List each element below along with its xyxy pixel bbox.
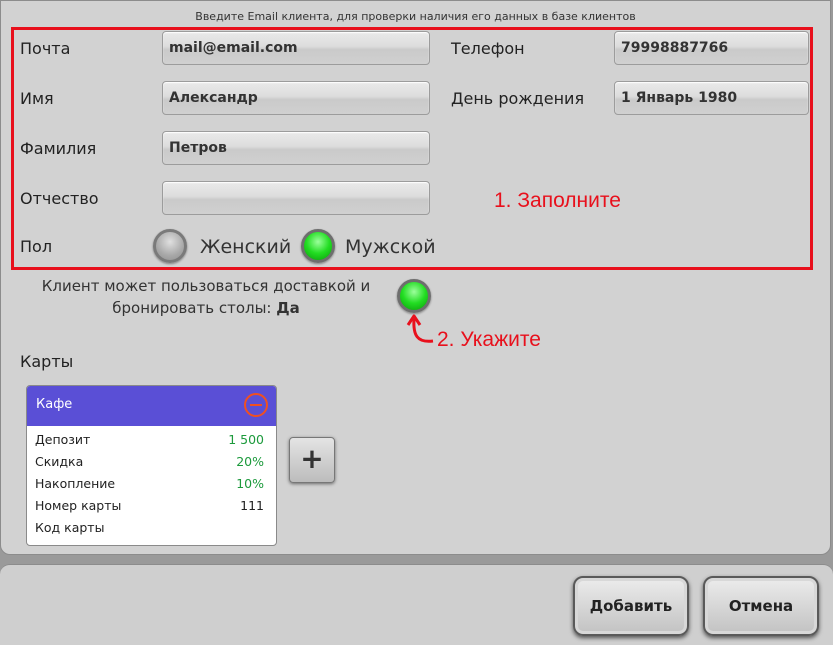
access-description: Клиент может пользоваться доставкой и бр… xyxy=(41,275,371,319)
card-row-deposit: Депозит 1 500 xyxy=(35,432,264,450)
curved-arrow-icon xyxy=(406,314,434,343)
card-row-number: Номер карты 111 xyxy=(35,498,264,516)
add-button[interactable]: Добавить xyxy=(573,576,689,636)
card-row-label: Накопление xyxy=(35,476,116,491)
fill-highlight-box xyxy=(11,27,813,270)
client-form-panel: Введите Email клиента, для проверки нали… xyxy=(0,0,831,555)
card-row-label: Номер карты xyxy=(35,498,122,513)
card-row-label: Скидка xyxy=(35,454,84,469)
annotation-specify: 2. Укажите xyxy=(437,328,541,351)
card-row-label: Код карты xyxy=(35,520,105,535)
card-row-label: Депозит xyxy=(35,432,91,447)
card-name: Кафе xyxy=(36,397,73,412)
remove-card-icon[interactable] xyxy=(244,393,268,417)
access-value: Да xyxy=(276,299,300,317)
add-card-button[interactable]: + xyxy=(289,437,335,483)
card-row-value: 111 xyxy=(240,498,264,513)
access-toggle[interactable] xyxy=(397,279,431,313)
email-hint: Введите Email клиента, для проверки нали… xyxy=(195,10,636,23)
card-row-discount: Скидка 20% xyxy=(35,454,264,472)
card-row-value: 1 500 xyxy=(228,432,264,447)
cancel-button[interactable]: Отмена xyxy=(703,576,819,636)
card-row-accumulation: Накопление 10% xyxy=(35,476,264,494)
annotation-fill: 1. Заполните xyxy=(494,189,621,212)
card-row-code: Код карты xyxy=(35,520,264,538)
card-row-value: 20% xyxy=(236,454,264,469)
card-row-value: 10% xyxy=(236,476,264,491)
access-text: Клиент может пользоваться доставкой и бр… xyxy=(41,277,371,317)
cards-title: Карты xyxy=(20,352,74,371)
loyalty-card: Кафе Депозит 1 500 Скидка 20% Накопление… xyxy=(26,385,277,546)
card-header: Кафе xyxy=(27,386,276,426)
